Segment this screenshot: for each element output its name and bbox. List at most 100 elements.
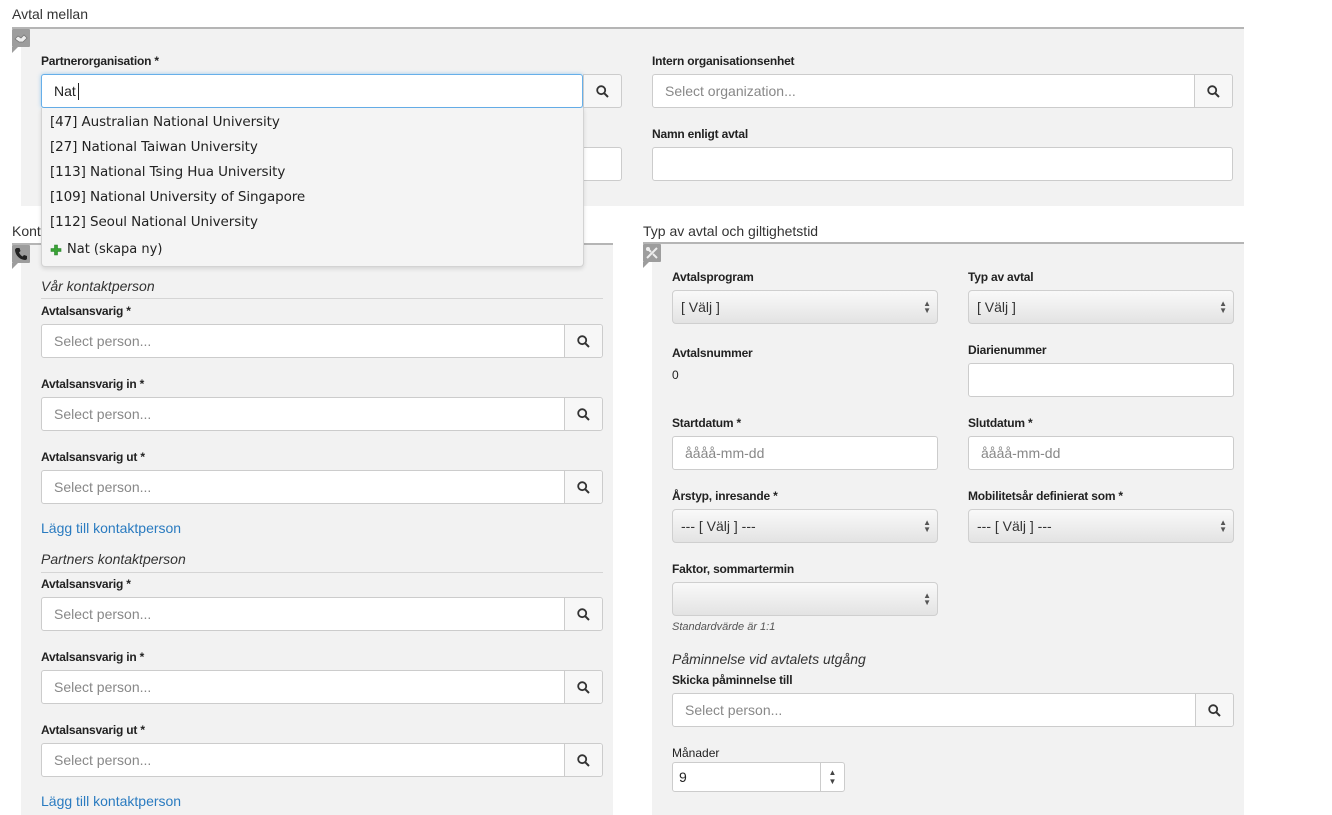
reminder-send-to-input[interactable]: Select person... — [672, 693, 1234, 727]
our-contact-responsible-out-label: Avtalsansvarig ut * — [41, 450, 145, 464]
mobility-year-label: Mobilitetsår definierat som * — [968, 489, 1123, 503]
summer-factor-help: Standardvärde är 1:1 — [672, 621, 776, 633]
add-our-contact-link[interactable]: Lägg till kontaktperson — [41, 520, 181, 536]
year-type-select[interactable]: --- [ Välj ] --- ▲ ▼ — [672, 509, 938, 543]
phone-icon — [12, 245, 30, 269]
placeholder: Select person... — [54, 606, 152, 622]
handshake-icon — [12, 29, 30, 53]
diary-number-input[interactable] — [968, 363, 1234, 397]
section-title-type-validity: Typ av avtal och giltighetstid — [643, 223, 819, 239]
select-arrows-icon: ▲ ▼ — [923, 299, 931, 315]
reminder-heading: Påminnelse vid avtalets utgång — [672, 651, 866, 667]
partner-org-value: Nat — [54, 83, 76, 99]
person-search-button[interactable] — [564, 398, 602, 430]
our-contact-responsible-in-label: Avtalsansvarig in * — [41, 377, 145, 391]
agreement-number-label: Avtalsnummer — [672, 346, 753, 360]
select-arrows-icon: ▲ ▼ — [923, 518, 931, 534]
our-contact-responsible-in-input[interactable]: Select person... — [41, 397, 603, 431]
placeholder: åååå-mm-dd — [981, 445, 1061, 461]
placeholder: Select person... — [54, 406, 152, 422]
reminder-send-to-label: Skicka påminnelse till — [672, 673, 793, 687]
start-date-label: Startdatum * — [672, 416, 741, 430]
agreement-type-label: Typ av avtal — [968, 270, 1034, 284]
search-icon — [577, 407, 590, 421]
search-icon — [1208, 703, 1221, 717]
year-type-label: Årstyp, inresande * — [672, 489, 778, 503]
placeholder: Select person... — [54, 333, 152, 349]
search-icon — [1207, 84, 1220, 98]
partner-contact-responsible-input[interactable]: Select person... — [41, 597, 603, 631]
select-value: [ Välj ] — [681, 299, 720, 315]
program-select[interactable]: [ Välj ] ▲ ▼ — [672, 290, 938, 324]
internal-unit-placeholder: Select organization... — [665, 83, 796, 99]
add-partner-contact-link[interactable]: Lägg till kontaktperson — [41, 793, 181, 809]
placeholder: Select person... — [54, 479, 152, 495]
partner-contact-responsible-in-label: Avtalsansvarig in * — [41, 650, 145, 664]
stepper-arrows-icon[interactable]: ▲ ▼ — [820, 763, 844, 791]
partner-org-input[interactable]: Nat — [41, 74, 583, 108]
divider — [41, 298, 603, 299]
partner-contact-responsible-label: Avtalsansvarig * — [41, 577, 131, 591]
section-title-contacts: Kontaktpersoner — [12, 223, 44, 239]
person-search-button[interactable] — [564, 744, 602, 776]
end-date-input[interactable]: åååå-mm-dd — [968, 436, 1234, 470]
dropdown-option[interactable]: [47] Australian National University — [50, 114, 280, 130]
select-arrows-icon: ▲ ▼ — [923, 591, 931, 607]
start-date-input[interactable]: åååå-mm-dd — [672, 436, 938, 470]
person-search-button[interactable] — [564, 671, 602, 703]
tools-icon — [643, 244, 661, 268]
person-search-button[interactable] — [1195, 694, 1233, 726]
our-contact-responsible-input[interactable]: Select person... — [41, 324, 603, 358]
partner-contact-responsible-out-input[interactable]: Select person... — [41, 743, 603, 777]
dropdown-option[interactable]: [109] National University of Singapore — [50, 189, 305, 205]
placeholder: Select person... — [54, 679, 152, 695]
summer-factor-select[interactable]: ▲ ▼ — [672, 582, 938, 616]
dropdown-option[interactable]: [113] National Tsing Hua University — [50, 164, 285, 180]
person-search-button[interactable] — [564, 325, 602, 357]
partner-org-label: Partnerorganisation * — [41, 54, 159, 68]
agreement-number-value: 0 — [672, 368, 679, 382]
select-value: --- [ Välj ] --- — [977, 518, 1052, 534]
diary-number-label: Diarienummer — [968, 343, 1047, 357]
mobility-year-select[interactable]: --- [ Välj ] --- ▲ ▼ — [968, 509, 1234, 543]
person-search-button[interactable] — [564, 471, 602, 503]
divider — [41, 572, 603, 573]
search-icon — [577, 680, 590, 694]
months-stepper[interactable]: 9 ▲ ▼ — [672, 762, 845, 792]
search-icon — [577, 753, 590, 767]
agreement-type-select[interactable]: [ Välj ] ▲ ▼ — [968, 290, 1234, 324]
section-title-agreement-between: Avtal mellan — [12, 6, 89, 22]
partner-contact-responsible-in-input[interactable]: Select person... — [41, 670, 603, 704]
create-new-option[interactable]: Nat (skapa ny) — [50, 242, 162, 257]
create-new-label: Nat (skapa ny) — [67, 242, 163, 257]
text-cursor — [78, 83, 79, 100]
program-label: Avtalsprogram — [672, 270, 754, 284]
search-icon — [577, 480, 590, 494]
search-icon — [577, 334, 590, 348]
dropdown-option[interactable]: [27] National Taiwan University — [50, 139, 258, 155]
plus-icon — [50, 244, 62, 255]
name-per-agreement-input[interactable] — [652, 147, 1233, 181]
select-value: [ Välj ] — [977, 299, 1016, 315]
months-label: Månader — [672, 746, 720, 760]
internal-unit-input[interactable]: Select organization... — [652, 74, 1233, 108]
search-icon — [577, 607, 590, 621]
person-search-button[interactable] — [564, 598, 602, 630]
partner-contact-responsible-out-label: Avtalsansvarig ut * — [41, 723, 145, 737]
name-per-agreement-label: Namn enligt avtal — [652, 127, 748, 141]
our-contact-responsible-label: Avtalsansvarig * — [41, 304, 131, 318]
select-arrows-icon: ▲ ▼ — [1219, 518, 1227, 534]
placeholder: Select person... — [685, 702, 783, 718]
partner-org-dropdown: [47] Australian National University [27]… — [41, 108, 584, 267]
partner-org-search-button[interactable] — [583, 74, 622, 108]
partner-contact-heading: Partners kontaktperson — [41, 551, 186, 567]
months-value: 9 — [679, 769, 687, 785]
select-value: --- [ Välj ] --- — [681, 518, 756, 534]
dropdown-option[interactable]: [112] Seoul National University — [50, 214, 258, 230]
internal-unit-search-button[interactable] — [1194, 75, 1232, 107]
search-icon — [596, 84, 609, 98]
end-date-label: Slutdatum * — [968, 416, 1033, 430]
summer-factor-label: Faktor, sommartermin — [672, 562, 795, 576]
our-contact-heading: Vår kontaktperson — [41, 278, 155, 294]
our-contact-responsible-out-input[interactable]: Select person... — [41, 470, 603, 504]
